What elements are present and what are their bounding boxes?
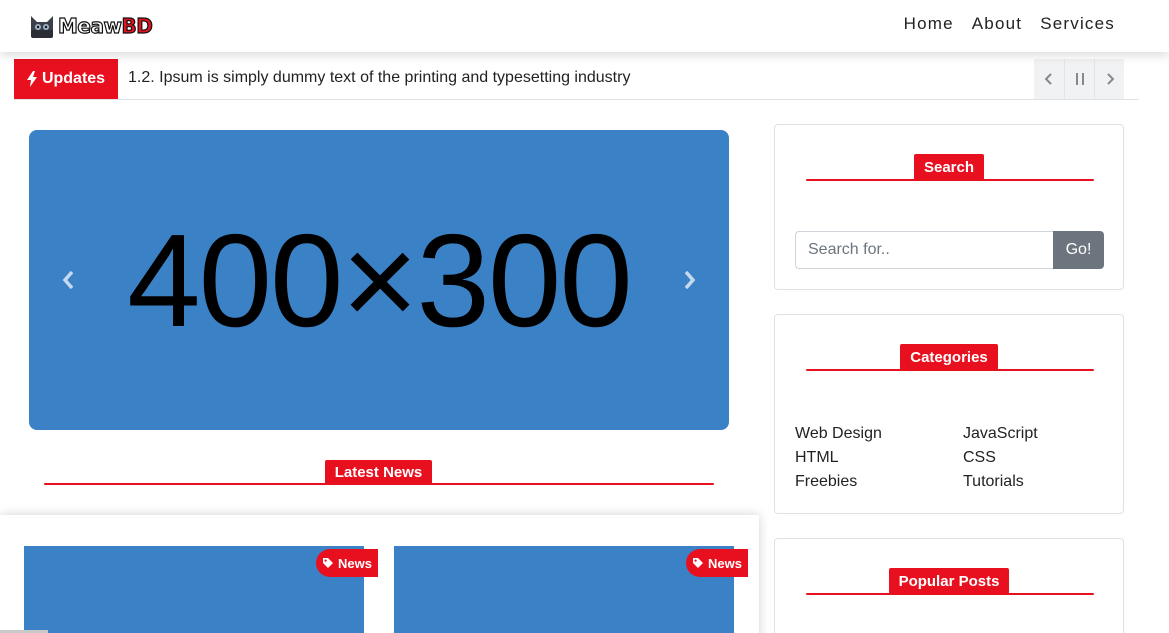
main-nav: Home About Services	[904, 14, 1115, 34]
categories-widget: Categories Web Design JavaScript HTML CS…	[774, 314, 1124, 514]
nav-link-about[interactable]: About	[972, 14, 1022, 34]
popular-posts-widget: Popular Posts	[774, 538, 1124, 633]
chevron-right-icon	[1106, 73, 1114, 85]
news-tag-label: News	[338, 555, 372, 571]
ticker-next-button[interactable]	[1094, 59, 1124, 99]
latest-news-section: News News	[0, 515, 759, 633]
news-tag-label: News	[708, 555, 742, 571]
cat-logo-icon	[31, 16, 53, 38]
categories-heading: Categories	[806, 344, 1094, 372]
category-link-html[interactable]: HTML	[795, 447, 963, 468]
search-heading: Search	[806, 154, 1094, 182]
chevron-right-icon	[684, 270, 696, 290]
tag-icon	[693, 558, 703, 568]
bolt-icon	[26, 71, 37, 87]
carousel-placeholder-text: 400×300	[127, 206, 633, 354]
ticker-badge: Updates	[14, 59, 118, 99]
hero-carousel[interactable]: 400×300	[29, 130, 729, 430]
news-card[interactable]: News	[394, 546, 748, 633]
brand-name-part2: BD	[121, 13, 154, 38]
navbar: Meaw BD Home About Services	[0, 0, 1169, 52]
chevron-left-icon	[1045, 73, 1052, 85]
categories-title: Categories	[900, 344, 998, 370]
nav-link-home[interactable]: Home	[904, 14, 954, 34]
search-widget: Search Go!	[774, 124, 1124, 290]
chevron-left-icon	[62, 270, 74, 290]
ticker-pause-button[interactable]	[1064, 59, 1094, 99]
brand-logo[interactable]: Meaw BD	[28, 11, 162, 41]
news-tag[interactable]: News	[686, 549, 748, 577]
category-link-javascript[interactable]: JavaScript	[963, 423, 1095, 444]
popular-posts-heading: Popular Posts	[806, 568, 1094, 596]
updates-ticker: Updates 1.2. Ipsum is simply dummy text …	[14, 59, 1139, 100]
ticker-prev-button[interactable]	[1034, 59, 1064, 99]
category-link-tutorials[interactable]: Tutorials	[963, 471, 1095, 492]
category-link-freebies[interactable]: Freebies	[795, 471, 963, 492]
latest-news-title: Latest News	[325, 460, 432, 485]
category-link-web-design[interactable]: Web Design	[795, 423, 963, 444]
ticker-controls	[1034, 59, 1124, 99]
ticker-headline[interactable]: 1.2. Ipsum is simply dummy text of the p…	[128, 69, 630, 87]
brand-name: Meaw BD	[57, 13, 154, 38]
brand-name-part1: Meaw	[57, 13, 122, 38]
search-form: Go!	[795, 231, 1104, 269]
category-link-css[interactable]: CSS	[963, 447, 1095, 468]
search-title: Search	[914, 154, 984, 180]
carousel-prev-button[interactable]	[57, 266, 81, 294]
tag-icon	[323, 558, 333, 568]
news-card[interactable]: News	[24, 546, 378, 633]
search-go-button[interactable]: Go!	[1053, 231, 1104, 269]
ticker-badge-label: Updates	[41, 70, 106, 87]
category-list: Web Design JavaScript HTML CSS Freebies …	[795, 423, 1095, 492]
search-input[interactable]	[795, 231, 1053, 269]
news-tag[interactable]: News	[316, 549, 378, 577]
latest-news-heading: Latest News	[44, 459, 714, 487]
popular-posts-title: Popular Posts	[889, 568, 1009, 594]
pause-icon	[1075, 73, 1084, 85]
carousel-next-button[interactable]	[677, 266, 701, 294]
nav-link-services[interactable]: Services	[1040, 14, 1115, 34]
